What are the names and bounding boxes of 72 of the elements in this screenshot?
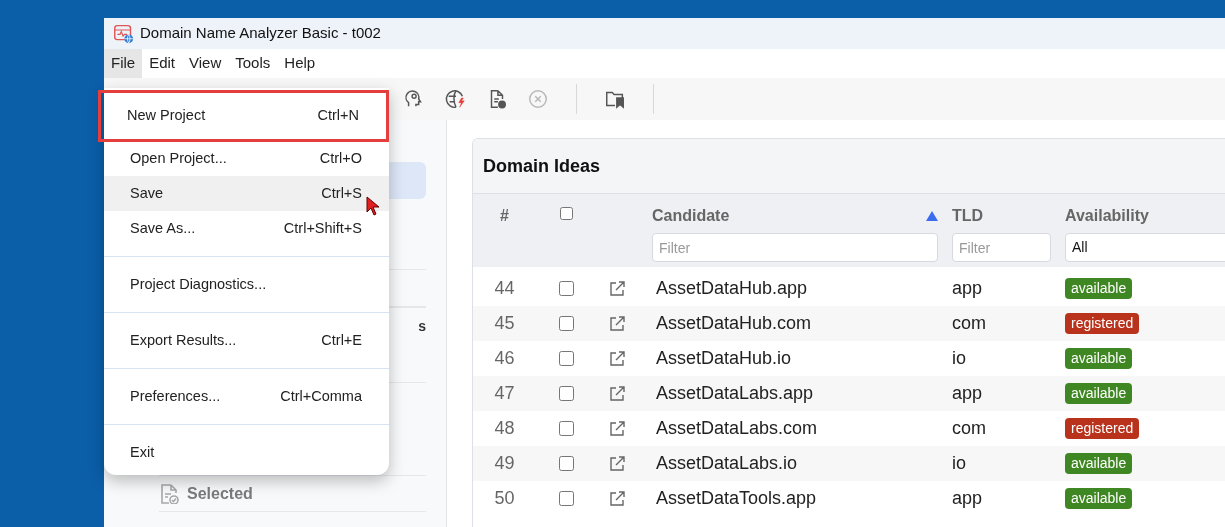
candidate-cell-text: AssetDataHub.com — [655, 312, 813, 335]
filter-field[interactable]: Filter — [952, 233, 1051, 262]
external-link-icon[interactable] — [608, 454, 626, 473]
globe-bolt-icon[interactable] — [445, 87, 467, 110]
card-title: Domain Ideas — [483, 154, 601, 178]
external-link-icon[interactable] — [608, 489, 626, 508]
tld-cell-text: io — [952, 452, 967, 475]
external-link-icon[interactable] — [608, 349, 626, 368]
menu-option[interactable]: Open Project... Ctrl+O — [104, 141, 389, 176]
candidate-cell-text: AssetDataLabs.io — [655, 452, 799, 475]
availability-badge: available — [1065, 348, 1133, 369]
availability-badge: registered — [1065, 418, 1140, 439]
column-header[interactable]: TLD — [952, 204, 984, 228]
availability-badge: available — [1065, 453, 1133, 474]
row-checkbox[interactable] — [558, 316, 574, 331]
row-checkbox[interactable] — [558, 421, 574, 436]
tld-cell-text: app — [952, 277, 984, 300]
candidate-cell-text: AssetDataHub.io — [655, 347, 793, 370]
column-header[interactable]: Candidate — [652, 204, 730, 228]
select-all-checkbox[interactable] — [558, 207, 574, 220]
external-link-icon[interactable] — [608, 419, 626, 438]
tld-cell-text: com — [952, 312, 987, 335]
row-number: 47 — [493, 382, 516, 405]
app-logo-icon — [113, 23, 134, 45]
menu-option[interactable]: Exit — [104, 435, 389, 470]
row-checkbox[interactable] — [558, 456, 574, 471]
menu-option[interactable]: Project Diagnostics... — [104, 267, 389, 302]
row-number: 50 — [493, 487, 516, 510]
menu-option[interactable]: Save As... Ctrl+Shift+S — [104, 211, 389, 246]
document-check-icon — [161, 483, 179, 504]
availability-badge: registered — [1065, 313, 1140, 334]
candidate-cell-text: AssetDataLabs.com — [655, 417, 819, 440]
row-checkbox[interactable] — [558, 386, 574, 401]
row-number: 49 — [493, 452, 516, 475]
menu-option[interactable]: Export Results... Ctrl+E — [104, 323, 389, 358]
column-header[interactable]: # — [500, 204, 509, 228]
row-number: 44 — [493, 277, 516, 300]
row-checkbox[interactable] — [558, 351, 574, 366]
menu-item[interactable]: Help — [277, 49, 323, 78]
tld-cell-text: io — [952, 347, 967, 370]
column-header[interactable]: Availability — [1065, 204, 1149, 228]
availability-badge: available — [1065, 278, 1133, 299]
tld-cell-text: com — [952, 417, 987, 440]
availability-badge: available — [1065, 488, 1133, 509]
mouse-pointer-icon — [366, 196, 380, 216]
menu-item[interactable]: Tools — [228, 49, 278, 78]
menu-option[interactable]: New Project Ctrl+N — [101, 93, 386, 139]
candidate-cell-text: AssetDataLabs.app — [655, 382, 815, 405]
menu-option[interactable]: Preferences... Ctrl+Comma — [104, 379, 389, 414]
row-checkbox[interactable] — [558, 491, 574, 506]
menu-option[interactable]: Save Ctrl+S — [104, 176, 389, 211]
candidate-cell-text: AssetDataTools.app — [655, 487, 818, 510]
availability-badge: available — [1065, 383, 1133, 404]
sidebar-item[interactable]: Selected — [187, 481, 253, 506]
availability-dropdown[interactable]: All — [1065, 233, 1225, 262]
external-link-icon[interactable] — [608, 279, 626, 298]
external-link-icon[interactable] — [608, 384, 626, 403]
row-checkbox[interactable] — [558, 281, 574, 296]
menu-item[interactable]: File — [104, 49, 143, 78]
filter-field[interactable]: Filter — [652, 233, 938, 262]
menu-item[interactable]: View — [182, 49, 229, 78]
tld-cell-text: app — [952, 382, 984, 405]
sort-ascending-icon[interactable] — [926, 211, 938, 221]
candidate-cell-text: AssetDataHub.app — [655, 277, 809, 300]
row-number: 48 — [493, 417, 516, 440]
sidebar-item[interactable]: s — [418, 316, 426, 337]
window-title: Domain Name Analyzer Basic - t002 — [140, 23, 381, 44]
row-number: 45 — [493, 312, 516, 335]
row-number: 46 — [493, 347, 516, 370]
menu-item[interactable]: Edit — [142, 49, 183, 78]
tld-cell-text: app — [952, 487, 984, 510]
external-link-icon[interactable] — [608, 314, 626, 333]
